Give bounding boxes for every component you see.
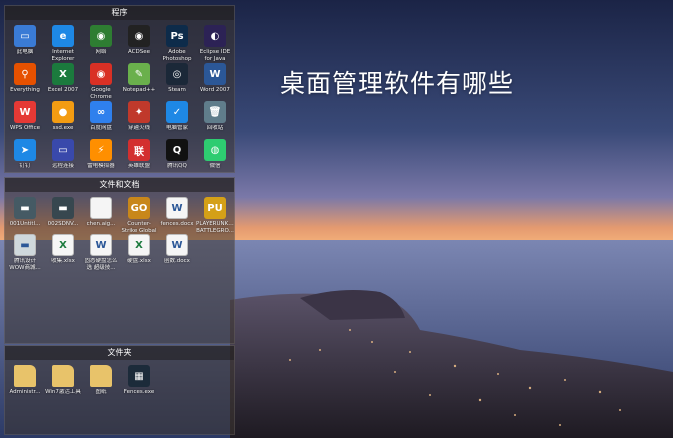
shortcut-label: 图纸 (95, 389, 107, 395)
shortcut-label: Everything (10, 87, 40, 93)
shortcut-label: Steam (168, 87, 186, 93)
shortcut-label: 百度网盘 (89, 125, 112, 131)
shortcut-label: 微信 (209, 163, 221, 169)
shortcut-label: Notepad++ (122, 87, 156, 93)
shortcut-label: 腾讯QQ (167, 163, 187, 169)
desktop-shortcut-documents-6[interactable]: ▬ 腾讯设计 WOW商城... (6, 231, 44, 279)
shortcut-label: 001Untitl... (9, 221, 41, 227)
word-icon: W (204, 63, 226, 85)
shortcut-label: 002SDNV... (47, 221, 79, 227)
word-doc-icon: W (166, 234, 188, 256)
fence-title-folders[interactable]: 文件夹 (5, 346, 234, 360)
pubg-icon: PU (204, 197, 226, 219)
shortcut-label: Administr... (9, 389, 41, 395)
word-doc-icon: W (90, 234, 112, 256)
shortcut-label: Fences.exe (123, 389, 155, 395)
wps-office-icon: W (14, 101, 36, 123)
fences-app-icon: ▦ (128, 365, 150, 387)
fence-documents[interactable]: 文件和文档 ▬ 001Untitl... ▬ 002SDNV... chen.aig..… (4, 177, 235, 344)
shortcut-label: 函数.docx (164, 258, 190, 264)
fence-folders[interactable]: 文件夹 Administr... Win7激活工具 图纸 ▦ Fences.exe (4, 345, 235, 435)
photoshop-icon: Ps (166, 25, 188, 47)
computer-icon: ▭ (14, 25, 36, 47)
shortcut-label: chen.aig... (86, 221, 116, 227)
qq-penguin-icon: Q (166, 139, 188, 161)
shortcut-label: 固态硬盘怎么选 超级技... (84, 258, 118, 271)
dingtalk-icon: ➤ (14, 139, 36, 161)
shortcut-label: 网络 (95, 49, 107, 55)
image-thumbnail-icon: ▬ (14, 234, 36, 256)
shortcut-label: Word 2007 (200, 87, 230, 93)
desktop-shortcut-folders-2[interactable]: 图纸 (82, 362, 120, 410)
user-folder-icon (14, 365, 36, 387)
wechat-icon: ◍ (204, 139, 226, 161)
network-icon: ◉ (90, 25, 112, 47)
fence-title-programs[interactable]: 程序 (5, 6, 234, 20)
acdsee-icon: ◉ (128, 25, 150, 47)
shortcut-label: WPS Office (9, 125, 41, 131)
desktop-shortcut-folders-3[interactable]: ▦ Fences.exe (120, 362, 158, 410)
folder-icon (52, 365, 74, 387)
shortcut-label: Win7激活工具 (45, 389, 81, 395)
shortcut-label: 腾讯设计 WOW商城... (9, 258, 41, 271)
fence-title-documents[interactable]: 文件和文档 (5, 178, 234, 192)
shortcut-label: 电脑管家 (165, 125, 188, 131)
excel-icon: X (52, 63, 74, 85)
document-thumbnail-icon: ▬ (14, 197, 36, 219)
lol-icon: 联 (128, 139, 150, 161)
shortcut-label: 钉钉 (19, 163, 31, 169)
desktop-shortcut-documents-9[interactable]: X 硬盘.xlsx (120, 231, 158, 279)
everything-search-icon: ⚲ (14, 63, 36, 85)
desktop-shortcut-documents-7[interactable]: X 收集.xlsx (44, 231, 82, 279)
eclipse-icon: ◐ (204, 25, 226, 47)
desktop-shortcut-documents-10[interactable]: W 函数.docx (158, 231, 196, 279)
ldplayer-icon: ⚡ (90, 139, 112, 161)
recycle-bin-icon: 🗑 (204, 101, 226, 123)
pc-manager-icon: ✓ (166, 101, 188, 123)
crossfire-icon: ✦ (128, 101, 150, 123)
desktop-shortcut-documents-5[interactable]: PU PLAYERUNKNOWN BATTLEGRO... (196, 194, 234, 242)
shortcut-label: ACDSee (128, 49, 150, 55)
fence-programs[interactable]: 程序 ▭ 此电脑 e Internet Explorer ◉ 网络 ◉ ACDSee Ps Ado… (4, 5, 235, 173)
steam-icon: ◎ (166, 63, 188, 85)
chrome-icon: ◉ (90, 63, 112, 85)
fences-container: 程序 ▭ 此电脑 e Internet Explorer ◉ 网络 ◉ ACDSee Ps Ado… (4, 0, 235, 438)
remote-desktop-icon: ▭ (52, 139, 74, 161)
notepad-plus-plus-icon: ✎ (128, 63, 150, 85)
ssd-app-icon: ● (52, 101, 74, 123)
shortcut-label: 英雄联盟 (127, 163, 150, 169)
file-icon (90, 197, 112, 219)
folder-icon (90, 365, 112, 387)
shortcut-label: fences.docx (160, 221, 194, 227)
shortcut-label: 硬盘.xlsx (127, 258, 151, 264)
excel-doc-icon: X (52, 234, 74, 256)
internet-explorer-icon: e (52, 25, 74, 47)
baidu-netdisk-icon: ∞ (90, 101, 112, 123)
word-doc-icon: W (166, 197, 188, 219)
shortcut-label: 回收站 (206, 125, 224, 131)
shortcut-label: 远程连接 (51, 163, 74, 169)
desktop-shortcut-folders-1[interactable]: Win7激活工具 (44, 362, 82, 410)
shortcut-label: 收集.xlsx (51, 258, 75, 264)
page-headline: 桌面管理软件有哪些 (280, 69, 515, 98)
shortcut-label: 此电脑 (16, 49, 34, 55)
shortcut-label: PLAYERUNKNOWN BATTLEGRO... (196, 221, 234, 234)
shortcut-label: 穿越火线 (127, 125, 150, 131)
desktop-shortcut-folders-0[interactable]: Administr... (6, 362, 44, 410)
csgo-icon: GO (128, 197, 150, 219)
document-thumbnail-icon: ▬ (52, 197, 74, 219)
shortcut-label: Excel 2007 (47, 87, 79, 93)
shortcut-label: ssd.exe (52, 125, 74, 131)
excel-doc-icon: X (128, 234, 150, 256)
desktop-shortcut-documents-8[interactable]: W 固态硬盘怎么选 超级技... (82, 231, 120, 279)
shortcut-label: 雷电模拟器 (87, 163, 115, 169)
